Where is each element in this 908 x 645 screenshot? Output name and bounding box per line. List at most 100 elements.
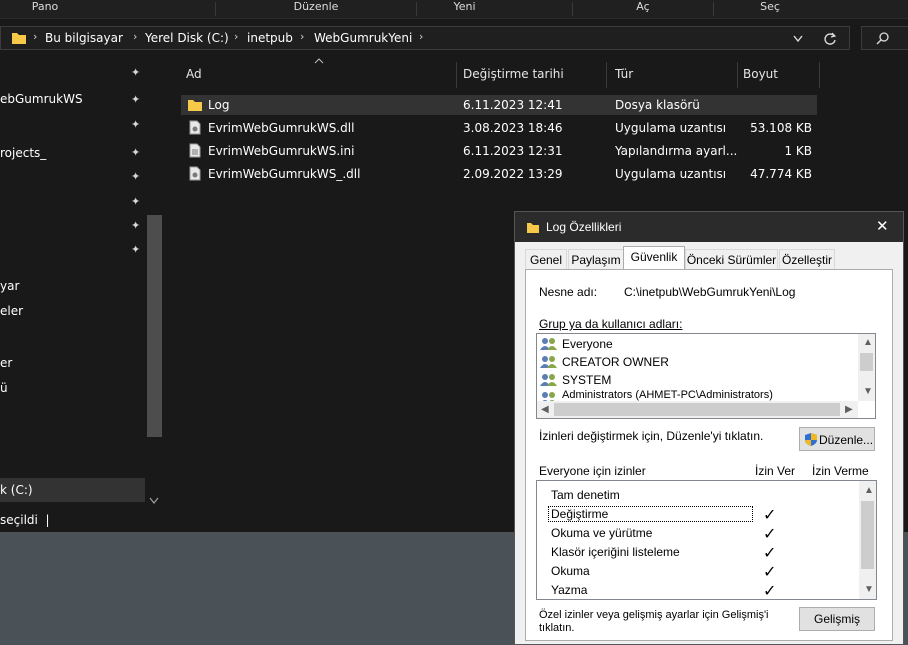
ribbon-duzenle[interactable]: Düzenle [216,0,416,18]
tab-paylasim[interactable]: Paylaşım [568,249,624,269]
column-header-date[interactable]: Değiştirme tarihi [463,67,564,81]
scroll-right-icon[interactable]: ▶ [845,404,853,415]
user-group-icon [540,356,557,368]
file-row-log[interactable]: Log 6.11.2023 12:41 Dosya klasörü [181,95,817,115]
column-divider[interactable] [606,62,607,88]
navigation-pane: ✦ ebGumrukWS ✦ ✦ rojects_ ✦ ✦ ✦ ✦ ✦ yar … [0,60,163,510]
scroll-down-icon[interactable]: ▼ [863,386,873,397]
scroll-left-icon[interactable]: ◀ [541,404,549,415]
check-icon: ✓ [763,545,777,562]
properties-dialog: Log Özellikleri ✕ Genel Paylaşım Güvenli… [514,211,904,645]
tab-guvenlik[interactable]: Güvenlik [623,246,685,270]
ribbon-ac[interactable]: Aç [573,0,713,18]
column-divider[interactable] [456,62,457,88]
column-header-name[interactable]: Ad [186,67,202,81]
perm-full-control[interactable]: Tam denetim [551,488,620,502]
check-icon: ✓ [763,564,777,581]
file-type: Dosya klasörü [615,98,700,112]
nav-item-local-disk-selected[interactable]: k (C:) [0,478,145,502]
file-row-dll[interactable]: EvrimWebGumrukWS.dll 3.08.2023 18:46 Uyg… [181,118,817,138]
pin-icon[interactable]: ✦ [131,170,140,183]
deny-column-label: İzin Verme [812,464,869,478]
pin-icon[interactable]: ✦ [131,118,140,131]
pin-icon[interactable]: ✦ [131,66,140,79]
pin-icon[interactable]: ✦ [131,219,140,232]
file-date: 6.11.2023 12:31 [463,144,563,158]
file-date: 3.08.2023 18:46 [463,121,563,135]
chevron-right-icon: › [33,30,38,43]
perm-modify[interactable]: Değiştirme [551,507,608,521]
pin-icon[interactable]: ✦ [131,146,140,159]
perm-write[interactable]: Yazma [551,583,587,597]
advanced-hint-line2: tıklatın. [539,622,575,634]
refresh-icon[interactable] [823,32,837,46]
column-divider[interactable] [737,62,738,88]
group-users-label: Grup ya da kullanıcı adları: [539,317,683,331]
file-date: 2.09.2022 13:29 [463,167,563,181]
nav-item-projects[interactable]: rojects_ [0,146,46,160]
perm-list-folder[interactable]: Klasör içeriğini listeleme [551,545,680,559]
nav-item-bilgisayar[interactable]: yar [0,279,19,293]
dialog-title: Log Özellikleri [546,220,622,234]
edit-hint-text: İzinleri değiştirmek için, Düzenle'yi tı… [539,429,764,443]
folder-icon [12,33,26,44]
dialog-titlebar[interactable]: Log Özellikleri ✕ [515,212,903,242]
nav-scrollbar-thumb[interactable] [147,215,162,437]
edit-permissions-button[interactable]: Düzenle... [799,427,875,451]
pin-icon[interactable]: ✦ [131,93,140,106]
file-type: Uygulama uzantısı [615,167,727,181]
perm-read-execute[interactable]: Okuma ve yürütme [551,526,652,540]
column-divider[interactable] [819,62,820,88]
file-size: 53.108 KB [750,121,812,135]
ribbon-pano[interactable]: Pano [0,0,90,18]
user-item-creator-owner[interactable]: CREATOR OWNER [562,355,669,369]
file-name: Log [208,98,230,112]
users-listbox[interactable]: Everyone CREATOR OWNER SYSTEM Administra… [536,333,876,419]
ini-file-icon [189,143,201,158]
user-item-administrators[interactable]: Administrators (AHMET-PC\Administrators) [562,389,773,401]
scroll-down-icon[interactable]: ▼ [864,584,874,595]
column-header-size[interactable]: Boyut [743,67,778,81]
column-header-type[interactable]: Tür [615,67,633,81]
scroll-up-icon[interactable]: ▲ [863,337,873,348]
search-input[interactable] [861,26,908,50]
ribbon-yeni[interactable]: Yeni [417,0,512,18]
breadcrumb-inetpub[interactable]: inetpub [247,31,293,45]
ribbon-sec[interactable]: Seç [714,0,826,18]
chevron-right-icon: › [234,30,239,43]
user-group-icon [540,338,557,350]
permissions-vscroll-thumb[interactable] [861,501,874,569]
permissions-listbox[interactable]: Tam denetim Değiştirme ✓ Okuma ve yürütm… [536,480,877,600]
file-size: 47.774 KB [750,167,812,181]
close-icon[interactable]: ✕ [876,217,889,235]
breadcrumb-this-pc[interactable]: Bu bilgisayar [45,31,123,45]
chevron-right-icon: › [133,30,138,43]
pin-icon[interactable]: ✦ [131,243,140,256]
user-item-everyone[interactable]: Everyone [562,337,613,351]
users-vscroll-thumb[interactable] [860,353,873,371]
pin-icon[interactable]: ✦ [131,195,140,208]
tab-genel[interactable]: Genel [525,249,567,269]
nav-item-resimler[interactable]: er [0,356,12,370]
user-item-system[interactable]: SYSTEM [562,373,611,387]
nav-item-webgumrukws[interactable]: ebGumrukWS [0,92,83,106]
chevron-down-icon[interactable] [793,35,803,43]
breadcrumb-local-disk[interactable]: Yerel Disk (C:) [145,31,229,45]
nav-item-belgeler[interactable]: eler [0,304,23,318]
tab-onceki-surumler[interactable]: Önceki Sürümler [685,249,778,269]
scroll-down-icon[interactable] [149,497,159,504]
nav-item-muzik[interactable]: ü [0,381,8,395]
file-size: 1 KB [784,144,812,158]
file-type: Uygulama uzantısı [615,121,727,135]
perm-read[interactable]: Okuma [551,564,590,578]
chevron-right-icon: › [300,30,305,43]
breadcrumb-webgumrukyeni[interactable]: WebGumrukYeni [314,31,412,45]
advanced-button[interactable]: Gelişmiş [799,607,875,631]
address-bar[interactable]: › Bu bilgisayar › Yerel Disk (C:) › inet… [0,26,850,50]
scroll-up-icon[interactable]: ▲ [864,485,874,496]
file-row-dll-2[interactable]: EvrimWebGumrukWS_.dll 2.09.2022 13:29 Uy… [181,164,817,184]
file-row-ini[interactable]: EvrimWebGumrukWS.ini 6.11.2023 12:31 Yap… [181,141,817,161]
users-hscroll-thumb[interactable] [554,403,840,416]
tab-ozellestir[interactable]: Özelleştir [779,249,835,269]
status-selection-text: seçildi | [0,513,50,527]
